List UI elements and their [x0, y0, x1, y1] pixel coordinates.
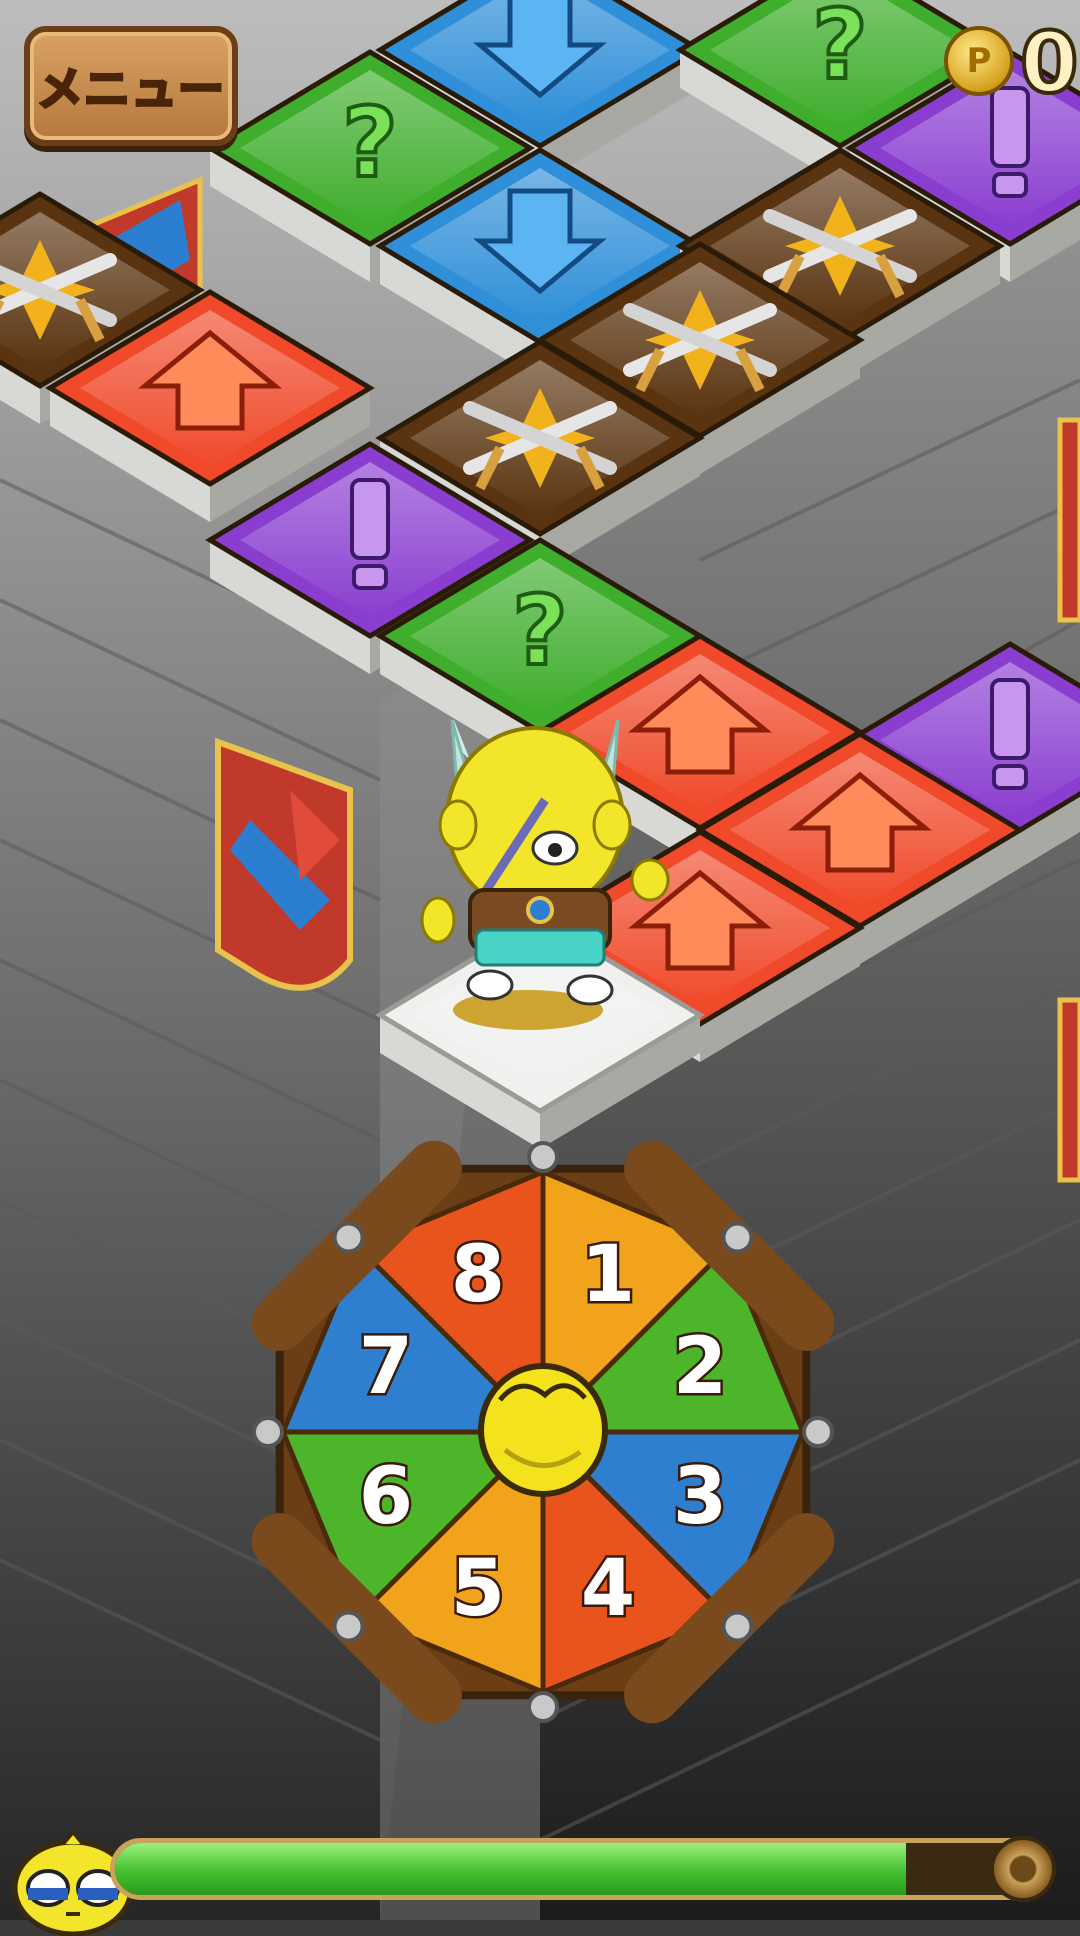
- coin-count: 0: [1018, 12, 1080, 114]
- dice-spinner[interactable]: 12 3456 78: [251, 1140, 835, 1724]
- game-stage: ??? 12 3456 78: [0, 0, 1080, 1920]
- spin-hand-button[interactable]: [478, 1363, 608, 1497]
- spinner-number-8: 8: [451, 1230, 505, 1320]
- wheel-bolt: [332, 1221, 365, 1254]
- svg-text:?: ?: [812, 0, 868, 101]
- spinner-number-5: 5: [451, 1544, 505, 1634]
- spinner-number-1: 1: [581, 1230, 635, 1320]
- menu-button-label: メニュー: [36, 61, 226, 118]
- board-scene: ??? 12 3456 78: [0, 0, 1080, 1920]
- exclamation-icon: [990, 678, 1030, 790]
- coin-icon: P: [944, 26, 1014, 96]
- spinner-number-7: 7: [359, 1322, 413, 1412]
- wheel-bolt: [802, 1416, 834, 1448]
- menu-button[interactable]: メニュー: [24, 26, 238, 146]
- question-icon: ?: [340, 85, 400, 201]
- spinner-number-3: 3: [673, 1452, 727, 1542]
- wheel-bolt: [332, 1610, 365, 1643]
- banner-right-edge: [1057, 417, 1080, 623]
- spinner-number-4: 4: [581, 1544, 635, 1634]
- question-icon: ?: [510, 573, 570, 689]
- wheel-bolt: [252, 1416, 284, 1448]
- svg-text:?: ?: [512, 575, 568, 687]
- spinner-number-6: 6: [359, 1452, 413, 1542]
- hp-bar-end-cap: [990, 1836, 1056, 1902]
- wheel-bolt: [527, 1141, 559, 1173]
- wheel-bolt: [721, 1221, 754, 1254]
- exclamation-icon: [350, 478, 390, 590]
- hp-bar-fill: [115, 1843, 907, 1895]
- svg-text:?: ?: [342, 87, 398, 199]
- question-icon: ?: [810, 0, 870, 103]
- wheel-bolt: [527, 1691, 559, 1723]
- wheel-bolt: [721, 1610, 754, 1643]
- hp-bar: [110, 1838, 1040, 1900]
- banner-right-edge-2: [1057, 997, 1080, 1183]
- spinner-number-2: 2: [673, 1322, 727, 1412]
